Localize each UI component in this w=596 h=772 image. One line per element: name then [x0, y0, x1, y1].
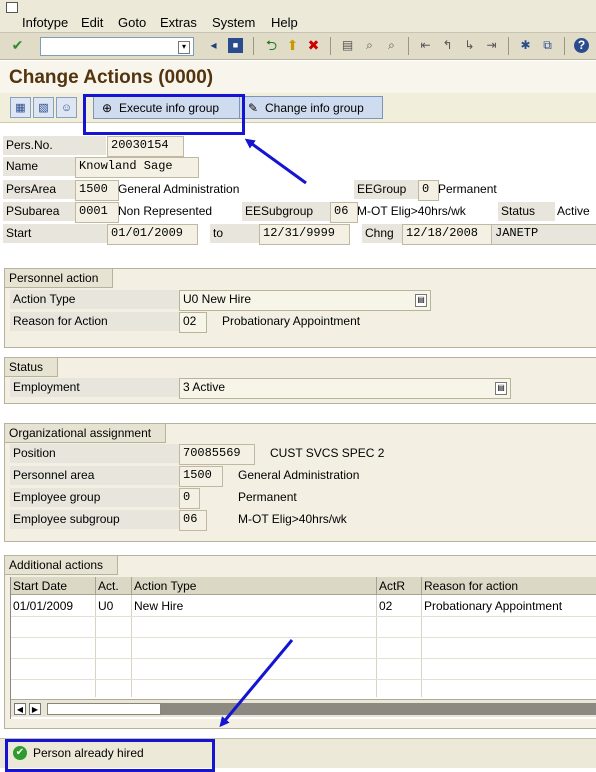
eegroup-label: EEGroup — [354, 180, 418, 199]
chng-user-field: JANETP — [491, 224, 596, 245]
scroll-track — [161, 703, 596, 715]
personnel-area-code: 1500 — [179, 466, 223, 487]
psubarea-text: Non Represented — [118, 204, 213, 218]
overview-icon[interactable]: ▦ — [10, 97, 31, 118]
position-code: 70085569 — [179, 444, 255, 465]
menu-bar: Infotype Edit Goto Extras System Help — [0, 0, 596, 33]
end-date-field: 12/31/9999 — [259, 224, 350, 245]
employee-group-label: Employee group — [10, 488, 179, 507]
pers-no-field: 20030154 — [107, 136, 184, 157]
chng-date-field: 12/18/2008 — [402, 224, 493, 245]
scroll-thumb[interactable] — [47, 703, 161, 715]
menu-help[interactable]: Help — [271, 15, 298, 30]
action-type-select[interactable]: U0 New Hire ▤ — [179, 290, 431, 311]
scroll-right-icon[interactable]: ▶ — [29, 703, 41, 715]
dropdown-icon[interactable]: ▤ — [415, 294, 427, 307]
status-value: Active — [557, 204, 590, 218]
command-dropdown-icon[interactable]: ▾ — [178, 41, 190, 54]
scroll-left-icon[interactable]: ◀ — [14, 703, 26, 715]
menu-infotype[interactable]: Infotype — [22, 15, 68, 30]
name-label: Name — [3, 157, 76, 176]
start-label: Start — [3, 224, 107, 243]
psubarea-label: PSubarea — [3, 202, 76, 221]
row-start-date: 01/01/2009 — [13, 599, 74, 613]
reason-text: Probationary Appointment — [222, 314, 361, 328]
personnel-action-title: Personnel action — [5, 269, 114, 288]
eesubgroup-code: 06 — [330, 202, 358, 223]
position-text: CUST SVCS SPEC 2 — [270, 446, 385, 460]
persarea-text: General Administration — [118, 182, 240, 196]
employee-subgroup-text: M-OT Elig>40hrs/wk — [238, 512, 347, 526]
person-icon[interactable]: ☺ — [56, 97, 77, 118]
col-reason[interactable]: Reason for action — [422, 577, 596, 595]
reason-code-input[interactable]: 02 — [179, 312, 207, 333]
reason-label: Reason for Action — [10, 312, 179, 331]
employment-label: Employment — [10, 378, 179, 397]
eegroup-text: Permanent — [438, 182, 497, 196]
change-info-group-label: Change info group — [265, 100, 364, 115]
psubarea-code: 0001 — [75, 202, 119, 223]
menu-extras[interactable]: Extras — [160, 15, 197, 30]
chng-label: Chng — [362, 224, 403, 243]
additional-actions-title: Additional actions — [5, 556, 119, 575]
window-menu-icon[interactable] — [6, 2, 18, 13]
action-type-label: Action Type — [10, 290, 179, 309]
org-assignment-title: Organizational assignment — [5, 424, 167, 443]
eegroup-code: 0 — [418, 180, 439, 201]
employee-group-text: Permanent — [238, 490, 297, 504]
additional-actions-table: Start Date Act. Action Type ActR Reason … — [10, 577, 596, 719]
personnel-area-text: General Administration — [238, 468, 360, 482]
table-scrollbar[interactable]: ◀ ▶ — [11, 699, 596, 717]
col-actr[interactable]: ActR — [377, 577, 422, 595]
page-title: Change Actions (0000) — [9, 67, 214, 88]
row-actr: 02 — [379, 599, 393, 613]
employee-subgroup-code: 06 — [179, 510, 207, 531]
persarea-label: PersArea — [3, 180, 76, 199]
col-action-type[interactable]: Action Type — [132, 577, 377, 595]
eesubgroup-text: M-OT Elig>40hrs/wk — [357, 204, 466, 218]
col-start-date[interactable]: Start Date — [11, 577, 96, 595]
menu-system[interactable]: System — [212, 15, 255, 30]
dropdown-icon[interactable]: ▤ — [495, 382, 507, 395]
col-act[interactable]: Act. — [96, 577, 132, 595]
highlight-box-execute — [83, 94, 245, 135]
action-type-value: U0 New Hire — [183, 292, 252, 306]
eesubgroup-label: EESubgroup — [242, 202, 331, 221]
start-date-field: 01/01/2009 — [107, 224, 198, 245]
command-field[interactable]: ▾ — [40, 37, 194, 56]
title-area: Change Actions (0000) — [0, 61, 596, 93]
display-icon[interactable]: ▧ — [33, 97, 54, 118]
status-label: Status — [498, 202, 555, 221]
row-act: U0 — [98, 599, 114, 613]
persarea-code: 1500 — [75, 180, 119, 201]
row-action-type: New Hire — [134, 599, 184, 613]
status-group-title: Status — [5, 358, 59, 377]
employee-group-code: 0 — [179, 488, 200, 509]
highlight-box-status — [5, 739, 215, 772]
name-field: Knowland Sage — [75, 157, 199, 178]
enter-icon[interactable]: ✔ — [10, 38, 25, 53]
pencil-icon: ✎ — [247, 100, 259, 115]
menu-goto[interactable]: Goto — [118, 15, 146, 30]
pers-no-label: Pers.No. — [3, 136, 106, 155]
row-reason: Probationary Appointment — [424, 599, 563, 613]
menu-edit[interactable]: Edit — [81, 15, 103, 30]
employment-select[interactable]: 3 Active ▤ — [179, 378, 511, 399]
change-info-group-button[interactable]: ✎ Change info group — [239, 96, 383, 119]
personnel-area-label: Personnel area — [10, 466, 179, 485]
employee-subgroup-label: Employee subgroup — [10, 510, 179, 529]
position-label: Position — [10, 444, 179, 463]
employment-value: 3 Active — [183, 380, 226, 394]
to-label: to — [210, 224, 259, 243]
arrow-to-execute — [244, 138, 307, 185]
